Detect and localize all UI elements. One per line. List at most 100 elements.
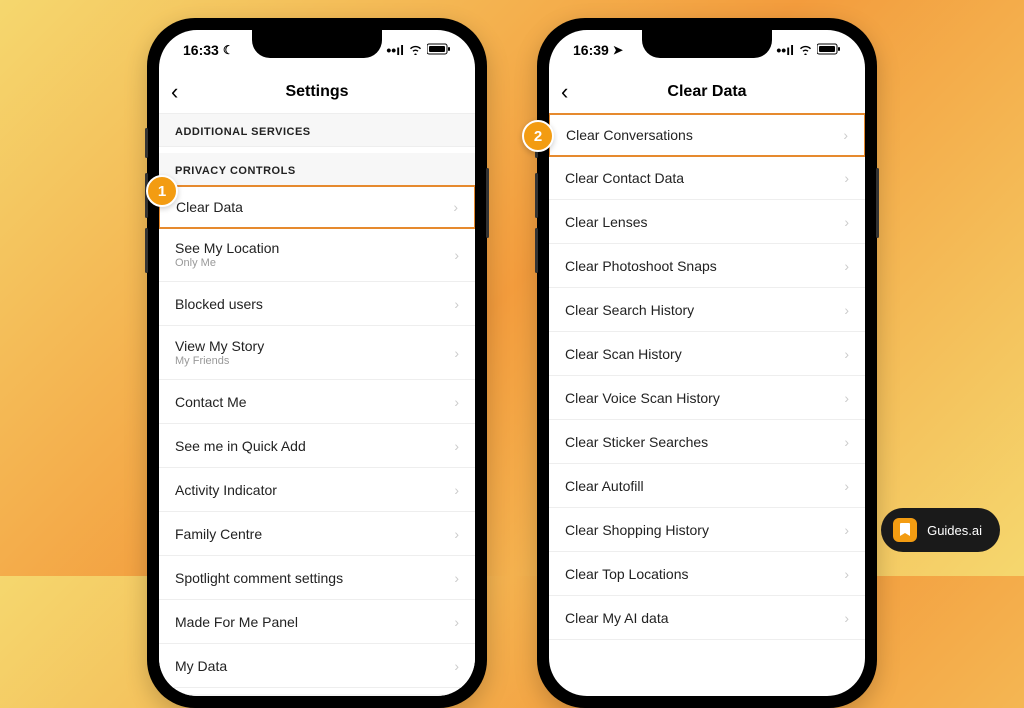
chevron-right-icon: ›: [454, 570, 459, 586]
row-label: Clear Top Locations: [565, 566, 688, 582]
page-title: Settings: [285, 83, 348, 101]
battery-icon: [427, 42, 451, 58]
row-label: Clear Scan History: [565, 346, 682, 362]
section-support: SUPPORT: [159, 694, 475, 696]
row-label: Clear Search History: [565, 302, 694, 318]
chevron-right-icon: ›: [454, 526, 459, 542]
section-additional: ADDITIONAL SERVICES: [159, 114, 475, 147]
row-label: Clear Photoshoot Snaps: [565, 258, 717, 274]
row-clear-scan-history[interactable]: Clear Scan History ›: [549, 332, 865, 376]
chevron-right-icon: ›: [844, 522, 849, 538]
row-blocked-users[interactable]: Blocked users ›: [159, 282, 475, 326]
row-view-story[interactable]: View My Story My Friends ›: [159, 326, 475, 380]
status-indicators: ••ıl: [386, 42, 451, 58]
moon-icon: ☾: [223, 43, 234, 57]
row-see-location[interactable]: See My Location Only Me ›: [159, 228, 475, 282]
row-my-data[interactable]: My Data ›: [159, 644, 475, 688]
row-label: See me in Quick Add: [175, 438, 306, 454]
chevron-right-icon: ›: [844, 258, 849, 274]
row-sublabel: My Friends: [175, 355, 264, 367]
row-label: Blocked users: [175, 296, 263, 312]
row-clear-lenses[interactable]: Clear Lenses ›: [549, 200, 865, 244]
row-label: Clear Lenses: [565, 214, 648, 230]
chevron-right-icon: ›: [453, 199, 458, 215]
chevron-right-icon: ›: [454, 296, 459, 312]
row-label: See My Location: [175, 240, 279, 256]
row-label: Activity Indicator: [175, 482, 277, 498]
row-label: Clear Autofill: [565, 478, 644, 494]
row-label: Contact Me: [175, 394, 247, 410]
row-clear-conversations[interactable]: Clear Conversations ›: [549, 113, 865, 157]
chevron-right-icon: ›: [844, 478, 849, 494]
row-label: Clear Conversations: [566, 127, 693, 143]
phone-mockup-left: 16:33 ☾ ••ıl ‹ Settings ADDITIONAL SERVI: [147, 18, 487, 708]
wifi-icon: [408, 42, 423, 58]
row-label: Clear My AI data: [565, 610, 669, 626]
row-clear-voice-scan[interactable]: Clear Voice Scan History ›: [549, 376, 865, 420]
chevron-right-icon: ›: [844, 434, 849, 450]
watermark: Guides.ai: [881, 508, 1000, 552]
row-clear-search-history[interactable]: Clear Search History ›: [549, 288, 865, 332]
chevron-right-icon: ›: [844, 346, 849, 362]
chevron-right-icon: ›: [844, 390, 849, 406]
status-time: 16:39: [573, 42, 609, 58]
chevron-right-icon: ›: [454, 614, 459, 630]
back-button[interactable]: ‹: [171, 79, 178, 105]
row-clear-photoshoot[interactable]: Clear Photoshoot Snaps ›: [549, 244, 865, 288]
battery-icon: [817, 42, 841, 58]
watermark-text: Guides.ai: [927, 523, 982, 538]
nav-header: ‹ Clear Data: [549, 70, 865, 114]
row-sublabel: Only Me: [175, 257, 279, 269]
row-clear-autofill[interactable]: Clear Autofill ›: [549, 464, 865, 508]
nav-header: ‹ Settings: [159, 70, 475, 114]
row-clear-data[interactable]: Clear Data ›: [159, 185, 475, 229]
phone-notch: [252, 30, 382, 58]
chevron-right-icon: ›: [844, 302, 849, 318]
row-contact-me[interactable]: Contact Me ›: [159, 380, 475, 424]
row-label: Spotlight comment settings: [175, 570, 343, 586]
location-icon: ➤: [613, 43, 623, 57]
row-clear-ai-data[interactable]: Clear My AI data ›: [549, 596, 865, 640]
row-label: Clear Shopping History: [565, 522, 709, 538]
signal-icon: ••ıl: [776, 42, 794, 58]
signal-icon: ••ıl: [386, 42, 404, 58]
row-label: Clear Voice Scan History: [565, 390, 720, 406]
row-label: Family Centre: [175, 526, 262, 542]
phone-mockup-right: 16:39 ➤ ••ıl ‹ Clear Data Clea: [537, 18, 877, 708]
row-quick-add[interactable]: See me in Quick Add ›: [159, 424, 475, 468]
row-label: Clear Sticker Searches: [565, 434, 708, 450]
row-family-centre[interactable]: Family Centre ›: [159, 512, 475, 556]
wifi-icon: [798, 42, 813, 58]
chevron-right-icon: ›: [454, 394, 459, 410]
row-label: Clear Data: [176, 199, 243, 215]
chevron-right-icon: ›: [844, 566, 849, 582]
row-spotlight-comments[interactable]: Spotlight comment settings ›: [159, 556, 475, 600]
row-clear-contact-data[interactable]: Clear Contact Data ›: [549, 156, 865, 200]
row-made-for-me[interactable]: Made For Me Panel ›: [159, 600, 475, 644]
row-clear-shopping[interactable]: Clear Shopping History ›: [549, 508, 865, 552]
step-badge-2: 2: [522, 120, 554, 152]
bookmark-icon: [893, 518, 917, 542]
chevron-right-icon: ›: [844, 610, 849, 626]
chevron-right-icon: ›: [844, 170, 849, 186]
row-clear-sticker-searches[interactable]: Clear Sticker Searches ›: [549, 420, 865, 464]
chevron-right-icon: ›: [454, 247, 459, 263]
chevron-right-icon: ›: [454, 658, 459, 674]
status-time: 16:33: [183, 42, 219, 58]
chevron-right-icon: ›: [843, 127, 848, 143]
row-label: Clear Contact Data: [565, 170, 684, 186]
row-label: Made For Me Panel: [175, 614, 298, 630]
row-label: View My Story: [175, 338, 264, 354]
chevron-right-icon: ›: [844, 214, 849, 230]
row-activity-indicator[interactable]: Activity Indicator ›: [159, 468, 475, 512]
chevron-right-icon: ›: [454, 345, 459, 361]
step-badge-1: 1: [146, 175, 178, 207]
status-indicators: ••ıl: [776, 42, 841, 58]
page-title: Clear Data: [667, 83, 746, 101]
chevron-right-icon: ›: [454, 438, 459, 454]
back-button[interactable]: ‹: [561, 79, 568, 105]
section-privacy: PRIVACY CONTROLS: [159, 153, 475, 186]
chevron-right-icon: ›: [454, 482, 459, 498]
row-label: My Data: [175, 658, 227, 674]
row-clear-top-locations[interactable]: Clear Top Locations ›: [549, 552, 865, 596]
